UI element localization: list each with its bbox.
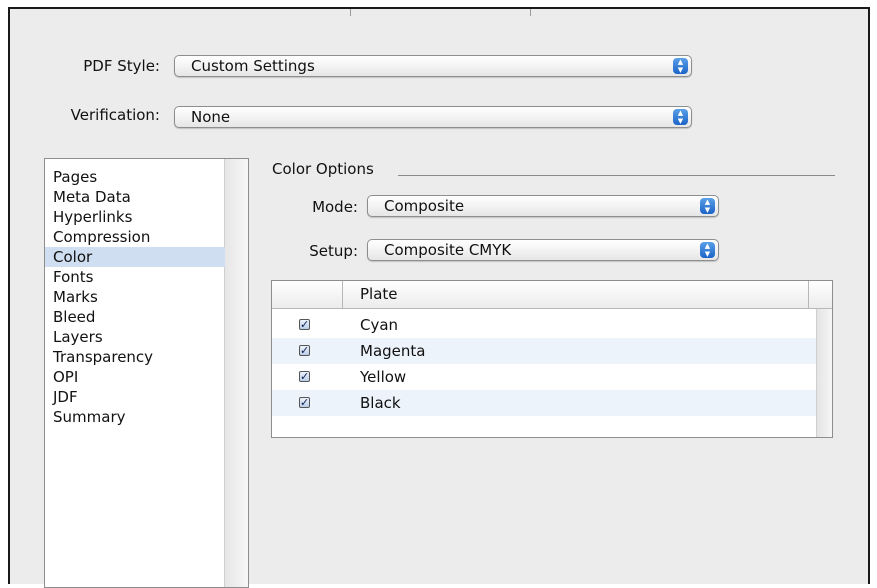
sidebar-item-layers[interactable]: Layers: [45, 327, 225, 347]
category-list[interactable]: Pages Meta Data Hyperlinks Compression Color…: [44, 158, 249, 588]
plate-name: Magenta: [360, 342, 426, 360]
table-row[interactable]: ✓ Yellow: [272, 364, 816, 390]
column-divider: [342, 281, 343, 308]
category-list-scrollbar[interactable]: [224, 159, 248, 587]
color-options-title: Color Options: [272, 160, 374, 178]
sidebar-item-compression[interactable]: Compression: [45, 227, 225, 247]
group-divider: [398, 175, 835, 176]
plate-checkbox[interactable]: ✓: [299, 397, 310, 408]
setup-value: Composite CMYK: [384, 241, 512, 259]
pdf-style-value: Custom Settings: [191, 57, 315, 75]
sidebar-item-transparency[interactable]: Transparency: [45, 347, 225, 367]
table-row[interactable]: ✓ Cyan: [272, 312, 816, 338]
setup-popup[interactable]: Composite CMYK ▲ ▼: [367, 239, 719, 261]
column-divider: [808, 281, 809, 308]
sidebar-item-bleed[interactable]: Bleed: [45, 307, 225, 327]
sidebar-item-meta-data[interactable]: Meta Data: [45, 187, 225, 207]
pdf-style-popup[interactable]: Custom Settings ▲ ▼: [174, 55, 692, 77]
verification-popup[interactable]: None ▲ ▼: [174, 106, 692, 128]
plates-table: Plate ✓ Cyan ✓ Magenta ✓ Yellow ✓ Black: [271, 280, 833, 438]
plate-column-header[interactable]: Plate: [360, 285, 398, 303]
up-down-arrows-icon: ▲ ▼: [700, 198, 715, 214]
table-row[interactable]: ✓ Magenta: [272, 338, 816, 364]
plate-name: Black: [360, 394, 401, 412]
mode-popup[interactable]: Composite ▲ ▼: [367, 195, 719, 217]
sidebar-item-fonts[interactable]: Fonts: [45, 267, 225, 287]
verification-label: Verification:: [70, 106, 160, 124]
plate-name: Yellow: [360, 368, 407, 386]
plate-checkbox[interactable]: ✓: [299, 345, 310, 356]
pdf-style-label: PDF Style:: [83, 57, 160, 75]
sidebar-item-marks[interactable]: Marks: [45, 287, 225, 307]
up-down-arrows-icon: ▲ ▼: [673, 58, 688, 74]
sidebar-item-hyperlinks[interactable]: Hyperlinks: [45, 207, 225, 227]
sidebar-item-jdf[interactable]: JDF: [45, 387, 225, 407]
sidebar-item-pages[interactable]: Pages: [45, 167, 225, 187]
plates-table-scrollbar[interactable]: [816, 309, 832, 437]
mode-label: Mode:: [312, 198, 358, 216]
mode-value: Composite: [384, 197, 465, 215]
verification-value: None: [191, 108, 231, 126]
title-divider: [350, 9, 351, 16]
table-header: Plate: [272, 281, 832, 309]
sidebar-item-summary[interactable]: Summary: [45, 407, 225, 427]
table-row[interactable]: ✓ Black: [272, 390, 816, 416]
sidebar-item-color[interactable]: Color: [45, 247, 225, 267]
title-divider: [530, 9, 531, 16]
plate-name: Cyan: [360, 316, 399, 334]
up-down-arrows-icon: ▲ ▼: [700, 242, 715, 258]
up-down-arrows-icon: ▲ ▼: [673, 109, 688, 125]
plate-checkbox[interactable]: ✓: [299, 319, 310, 330]
plate-checkbox[interactable]: ✓: [299, 371, 310, 382]
sidebar-item-opi[interactable]: OPI: [45, 367, 225, 387]
setup-label: Setup:: [309, 242, 358, 260]
